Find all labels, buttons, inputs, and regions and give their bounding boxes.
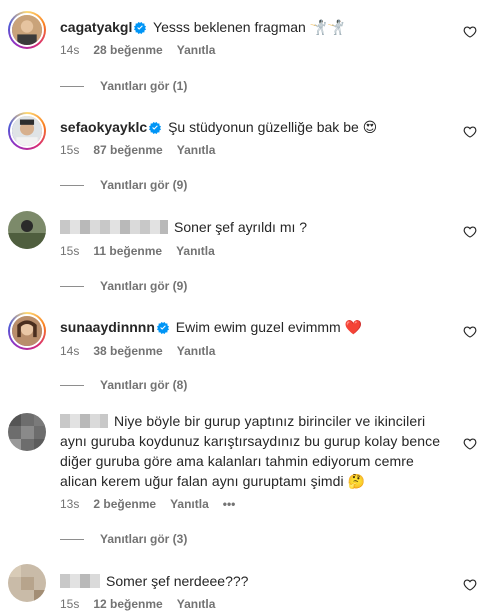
like-heart-icon[interactable] [463,437,477,451]
username[interactable]: cagatyakgl [60,19,132,35]
divider [60,538,84,540]
comment-text: Niye böyle bir gurup yaptınız birinciler… [60,413,441,489]
verified-badge-icon [157,322,169,334]
verified-badge-icon [134,22,146,34]
likes-count[interactable]: 2 beğenme [93,497,156,511]
redacted-username [60,220,168,234]
timestamp[interactable]: 14s [60,43,79,57]
reply-button[interactable]: Yanıtla [170,497,209,511]
timestamp[interactable]: 15s [60,244,79,258]
username[interactable]: sunaaydinnnn [60,319,155,335]
view-replies-button[interactable]: Yanıtları gör (3) [60,532,187,546]
comment-meta: 14s 28 beğenme Yanıtla [60,43,229,57]
redacted-username [60,574,100,588]
comment-line: cagatyakgl Yesss beklenen fragman 🤺🤺 [60,18,449,36]
comment-text: Somer şef nerdeee??? [106,573,249,589]
avatar[interactable] [8,112,46,150]
like-heart-icon[interactable] [463,225,477,239]
comment-text: Soner şef ayrıldı mı ? [174,219,308,235]
likes-count[interactable]: 38 beğenme [93,344,162,358]
comment-line: Soner şef ayrıldı mı ? [60,218,449,236]
comment-line: sunaaydinnnn Ewim ewim guzel evimmm ❤️ [60,318,449,336]
timestamp[interactable]: 15s [60,597,79,611]
timestamp[interactable]: 13s [60,497,79,511]
view-replies-button[interactable]: Yanıtları gör (8) [60,378,187,392]
comment-line: Niye böyle bir gurup yaptınız birinciler… [60,411,455,491]
divider [60,285,84,287]
more-options-icon[interactable]: ••• [223,497,236,511]
timestamp[interactable]: 15s [60,143,79,157]
avatar[interactable] [8,211,46,249]
view-replies-button[interactable]: Yanıtları gör (9) [60,178,187,192]
comment-meta: 13s 2 beğenme Yanıtla ••• [60,497,249,511]
verified-badge-icon [149,122,161,134]
comment-meta: 14s 38 beğenme Yanıtla [60,344,229,358]
comment-line: Somer şef nerdeee??? [60,572,449,590]
avatar[interactable] [8,564,46,602]
timestamp[interactable]: 14s [60,344,79,358]
reply-button[interactable]: Yanıtla [177,597,216,611]
reply-button[interactable]: Yanıtla [177,43,216,57]
like-heart-icon[interactable] [463,125,477,139]
avatar[interactable] [8,312,46,350]
likes-count[interactable]: 28 beğenme [93,43,162,57]
reply-button[interactable]: Yanıtla [176,244,215,258]
divider [60,184,84,186]
view-replies-button[interactable]: Yanıtları gör (9) [60,279,187,293]
view-replies-button[interactable]: Yanıtları gör (1) [60,79,187,93]
divider [60,85,84,87]
like-heart-icon[interactable] [463,25,477,39]
reply-button[interactable]: Yanıtla [177,344,216,358]
redacted-username [60,414,108,428]
avatar[interactable] [8,11,46,49]
avatar[interactable] [8,413,46,451]
comment-meta: 15s 11 beğenme Yanıtla [60,244,229,258]
comment-text: Yesss beklenen fragman 🤺🤺 [153,19,345,35]
comment-line: sefaokyayklc Şu stüdyonun güzelliğe bak … [60,118,449,136]
username[interactable]: sefaokyayklc [60,119,147,135]
likes-count[interactable]: 11 beğenme [93,244,162,258]
reply-button[interactable]: Yanıtla [177,143,216,157]
comment-text: Şu stüdyonun güzelliğe bak be 😍 [168,119,378,135]
divider [60,384,84,386]
comment-meta: 15s 12 beğenme Yanıtla [60,597,229,611]
like-heart-icon[interactable] [463,578,477,592]
like-heart-icon[interactable] [463,325,477,339]
comment-text: Ewim ewim guzel evimmm ❤️ [175,319,363,335]
likes-count[interactable]: 12 beğenme [93,597,162,611]
likes-count[interactable]: 87 beğenme [93,143,162,157]
comment-meta: 15s 87 beğenme Yanıtla [60,143,229,157]
